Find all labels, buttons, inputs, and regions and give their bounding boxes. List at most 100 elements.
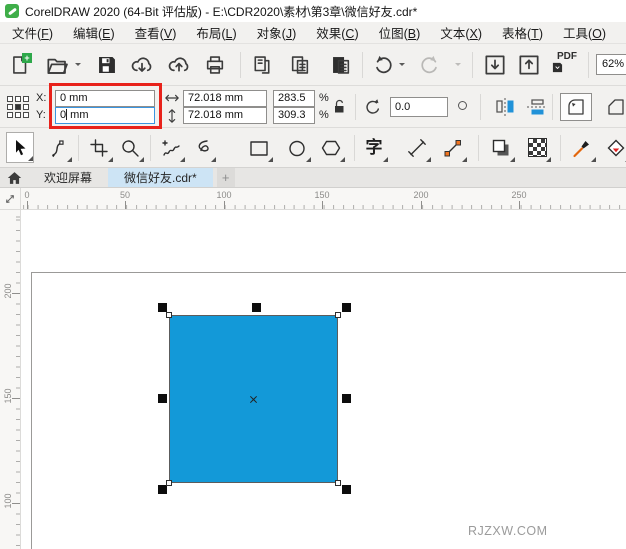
transparency-tool[interactable] — [523, 132, 551, 163]
shadow-tool[interactable] — [487, 132, 515, 163]
document-tab-bar: 欢迎屏幕 微信好友.cdr* + — [0, 168, 626, 188]
ellipse-tool[interactable] — [283, 132, 311, 163]
ruler-label: 100 — [216, 190, 232, 200]
selection-handle-bottom-right[interactable] — [342, 485, 351, 494]
ruler-label: 200 — [413, 190, 429, 200]
pick-tool[interactable] — [6, 132, 34, 163]
object-width-field[interactable]: 72.018 mm — [183, 90, 267, 107]
open-dropdown-icon[interactable] — [75, 63, 81, 69]
toolbox: 字 — [0, 128, 626, 168]
home-icon — [7, 171, 21, 184]
menu-text[interactable]: 文本(X) — [430, 21, 492, 44]
cut-button[interactable] — [247, 50, 277, 80]
menu-tools[interactable]: 工具(O) — [553, 21, 616, 44]
center-x-marker[interactable] — [249, 395, 258, 404]
selection-handle-middle-left[interactable] — [158, 394, 167, 403]
undo-button[interactable] — [369, 50, 399, 80]
polygon-tool[interactable] — [317, 132, 345, 163]
menu-effects[interactable]: 效果(C) — [306, 21, 368, 44]
menu-view[interactable]: 查看(V) — [125, 21, 187, 44]
tab-document[interactable]: 微信好友.cdr* — [108, 168, 213, 187]
export-button[interactable] — [514, 50, 544, 80]
tab-welcome-screen[interactable]: 欢迎屏幕 — [28, 168, 108, 187]
y-position-field[interactable]: 0 mm — [55, 107, 155, 124]
ruler-origin-icon — [5, 194, 15, 203]
corner-node[interactable] — [335, 480, 341, 486]
toolbar-separator — [588, 52, 589, 78]
horizontal-ruler[interactable]: 0 50 100 150 200 250 — [0, 188, 626, 210]
paste-button[interactable] — [326, 50, 356, 80]
cloud-download-button[interactable] — [127, 50, 157, 80]
toolbar-separator — [472, 52, 473, 78]
artistic-media-tool[interactable] — [188, 132, 216, 163]
ruler-origin[interactable] — [0, 188, 21, 209]
percent-x-label: % — [319, 92, 329, 104]
interactive-fill-tool[interactable] — [602, 132, 626, 163]
drawing-canvas[interactable]: 200 150 100 RJZXW.COM — [0, 210, 626, 549]
object-height-field[interactable]: 72.018 mm — [183, 107, 267, 124]
x-position-field[interactable]: 0 mm — [55, 90, 155, 107]
menu-bar: 文件(F) 编辑(E) 查看(V) 布局(L) 对象(J) 效果(C) 位图(B… — [0, 22, 626, 44]
title-bar: CorelDRAW 2020 (64-Bit 评估版) - E:\CDR2020… — [0, 0, 626, 22]
menu-bitmaps[interactable]: 位图(B) — [369, 21, 431, 44]
scale-y-field[interactable]: 309.3 — [273, 107, 315, 124]
home-tab[interactable] — [0, 168, 28, 187]
undo-dropdown-icon[interactable] — [399, 63, 405, 69]
menu-edit[interactable]: 编辑(E) — [63, 21, 125, 44]
dimension-tool[interactable] — [403, 132, 431, 163]
menu-layout[interactable]: 布局(L) — [186, 21, 246, 44]
print-button[interactable] — [200, 50, 230, 80]
corner-node[interactable] — [166, 312, 172, 318]
import-button[interactable] — [480, 50, 510, 80]
freehand-tool[interactable] — [157, 132, 185, 163]
redo-button[interactable] — [414, 50, 444, 80]
corner-node[interactable] — [166, 480, 172, 486]
x-label: X: — [36, 92, 47, 104]
rectangle-tool[interactable] — [245, 132, 273, 163]
toolbar-separator — [480, 94, 481, 120]
scale-x-field[interactable]: 283.5 — [273, 90, 315, 107]
toolbar-separator — [240, 52, 241, 78]
ruler-ticks — [20, 205, 626, 209]
selection-handle-top-left[interactable] — [158, 303, 167, 312]
publish-pdf-button[interactable]: PDF — [550, 51, 584, 81]
rotation-angle-field[interactable]: 0.0 — [390, 97, 448, 117]
unlock-ratio-button[interactable] — [332, 98, 347, 115]
save-button[interactable] — [92, 50, 122, 80]
object-position-grid-icon — [7, 96, 29, 118]
toolbox-separator — [354, 135, 355, 161]
checkerboard-icon — [527, 138, 547, 157]
new-tab-button[interactable]: + — [216, 168, 235, 187]
cloud-upload-button[interactable] — [164, 50, 194, 80]
zoom-tool[interactable] — [116, 132, 144, 163]
copy-button[interactable] — [285, 50, 315, 80]
menu-object[interactable]: 对象(J) — [247, 21, 307, 44]
crop-tool[interactable] — [85, 132, 113, 163]
eyedropper-tool[interactable] — [568, 132, 596, 163]
new-document-button[interactable]: + — [5, 50, 35, 80]
selection-handle-top-middle[interactable] — [252, 303, 261, 312]
selection-handle-middle-right[interactable] — [342, 394, 351, 403]
menu-file[interactable]: 文件(F) — [2, 21, 63, 44]
selection-handle-top-right[interactable] — [342, 303, 351, 312]
round-corner-button[interactable] — [560, 93, 592, 121]
shape-tool[interactable] — [44, 132, 72, 163]
ruler-label: 50 — [119, 190, 131, 200]
connector-tool[interactable] — [439, 132, 467, 163]
text-tool[interactable]: 字 — [360, 132, 388, 163]
vertical-ruler[interactable]: 200 150 100 — [0, 210, 21, 549]
watermark: RJZXW.COM — [468, 524, 548, 538]
ruler-label: 100 — [3, 493, 13, 509]
selection-handle-bottom-left[interactable] — [158, 485, 167, 494]
menu-table[interactable]: 表格(T) — [492, 21, 553, 44]
redo-dropdown-icon[interactable] — [455, 63, 461, 69]
open-button[interactable] — [42, 50, 72, 80]
mirror-horizontal-button[interactable] — [492, 96, 518, 118]
new-document-plus-icon: + — [22, 53, 32, 63]
ruler-label: 200 — [3, 283, 13, 299]
corner-node[interactable] — [335, 312, 341, 318]
mirror-vertical-button[interactable] — [524, 96, 550, 118]
zoom-level-dropdown[interactable]: 62% — [596, 54, 626, 75]
chamfer-corner-button[interactable] — [600, 93, 626, 121]
ruler-label: 150 — [3, 388, 13, 404]
